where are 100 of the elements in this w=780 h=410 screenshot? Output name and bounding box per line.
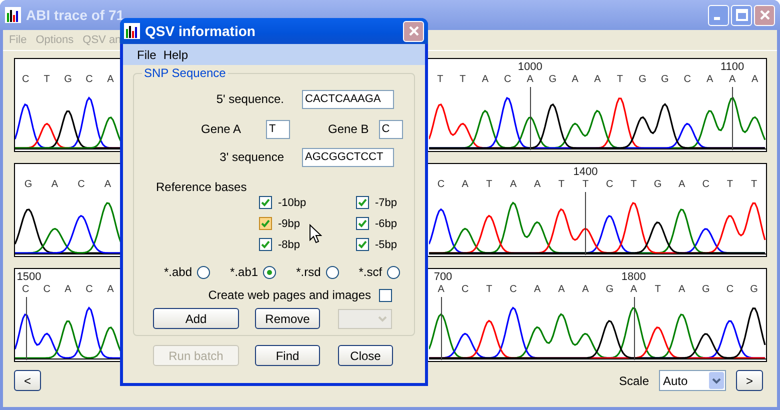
base-letter: A [706, 74, 714, 87]
input-field[interactable]: T [266, 120, 290, 138]
base-letter: C [701, 179, 711, 192]
base-letter: A [526, 74, 534, 87]
base-letter: C [682, 74, 692, 87]
position-label: 1000 [518, 61, 542, 73]
base-letter: A [64, 284, 72, 297]
base-letter: A [106, 284, 115, 297]
field-label: Gene A [201, 122, 242, 136]
window-title: ABI trace of 71 [26, 7, 124, 23]
group-title: SNP Sequence [142, 66, 228, 80]
checkbox-option[interactable]: -7bp [356, 196, 416, 209]
close-icon [408, 25, 420, 37]
menu-item[interactable]: File [137, 48, 156, 62]
base-letter: C [725, 284, 735, 297]
base-letter: A [629, 284, 638, 297]
check-icon [358, 198, 367, 207]
position-label: 700 [434, 271, 452, 283]
action-button[interactable]: Add [153, 308, 239, 329]
app-icon [124, 23, 140, 39]
checkbox-label: -6bp [375, 218, 398, 230]
position-marker-line [585, 192, 586, 255]
base-letter: A [570, 74, 580, 87]
position-marker-line [530, 87, 532, 150]
position-label: 1800 [621, 271, 646, 283]
checkbox-label: -5bp [375, 238, 398, 250]
base-letter: T [485, 179, 494, 192]
checkbox-option[interactable]: -10bp [259, 196, 356, 209]
checkbox[interactable] [356, 196, 369, 209]
position-marker-line [441, 297, 442, 360]
base-letter: C [42, 284, 52, 297]
base-letter: A [436, 284, 446, 297]
input-field[interactable]: AGCGGCTCCT [302, 148, 394, 166]
base-letter: T [654, 284, 662, 297]
check-icon [358, 240, 367, 249]
base-letter: A [750, 74, 760, 87]
position-label: 1400 [573, 166, 598, 178]
base-letter: T [616, 74, 624, 87]
checkbox-label: -7bp [375, 196, 398, 208]
close-icon [758, 9, 770, 21]
check-icon [261, 240, 270, 249]
base-letter: A [533, 284, 542, 297]
checkbox[interactable] [356, 217, 369, 230]
base-letter: A [103, 179, 112, 192]
base-letter: C [436, 179, 446, 192]
scale-dropdown[interactable]: Auto [659, 370, 726, 391]
checkbox[interactable] [259, 217, 272, 230]
base-letter: A [50, 179, 60, 192]
base-letter: C [76, 179, 86, 192]
base-letter: G [701, 284, 711, 297]
base-letter: G [638, 74, 648, 87]
radio-button[interactable] [387, 266, 400, 278]
base-letter: G [652, 179, 663, 192]
base-letter: A [728, 74, 737, 87]
action-button[interactable]: Remove [255, 308, 320, 329]
section-label: Reference bases [156, 180, 248, 194]
close-button[interactable] [403, 20, 424, 42]
base-letter: T [630, 179, 638, 192]
input-field[interactable]: C [378, 120, 403, 138]
field-label: 3' sequence [220, 150, 284, 164]
checkbox[interactable] [379, 288, 392, 302]
checkbox-option[interactable]: -8bp [259, 238, 356, 251]
dialog-title: QSV information [145, 23, 256, 39]
base-letter: T [436, 74, 444, 87]
checkbox[interactable] [259, 196, 272, 209]
action-button[interactable]: Close [338, 345, 393, 366]
minimize-icon [714, 17, 720, 20]
base-letter: C [503, 74, 512, 87]
base-letter: A [677, 179, 686, 192]
checkbox-option[interactable]: -5bp [356, 238, 416, 251]
checkbox-option[interactable]: -9bp [259, 217, 356, 230]
radio-button[interactable] [197, 266, 210, 278]
base-letter: T [485, 284, 494, 297]
base-letter: G [63, 74, 73, 87]
radio-button[interactable] [263, 266, 276, 278]
menu-item[interactable]: Help [163, 48, 188, 62]
base-letter: G [23, 179, 34, 192]
mouse-pointer-icon [309, 224, 322, 244]
base-letter: G [749, 284, 759, 297]
checkbox-label: -8bp [278, 238, 300, 250]
base-letter: A [508, 179, 518, 192]
previous-button[interactable]: < [14, 370, 41, 391]
base-letter: C [508, 284, 518, 297]
field-label: Gene B [328, 122, 369, 136]
checkbox[interactable] [356, 238, 369, 251]
base-letter: C [460, 284, 470, 297]
checkbox[interactable] [259, 238, 272, 251]
base-letter: C [20, 74, 30, 87]
input-field[interactable]: CACTCAAAGA [302, 90, 394, 108]
base-letter: A [460, 179, 470, 192]
base-letter: C [20, 284, 30, 297]
checkbox-option[interactable]: -6bp [356, 217, 416, 230]
position-marker-line [732, 87, 734, 150]
check-icon [261, 219, 270, 228]
maximize-icon [736, 9, 748, 21]
base-letter: G [660, 74, 670, 87]
action-button[interactable]: Find [255, 345, 320, 366]
base-letter: T [581, 179, 590, 192]
radio-button[interactable] [326, 266, 339, 278]
next-button[interactable]: > [736, 370, 763, 391]
